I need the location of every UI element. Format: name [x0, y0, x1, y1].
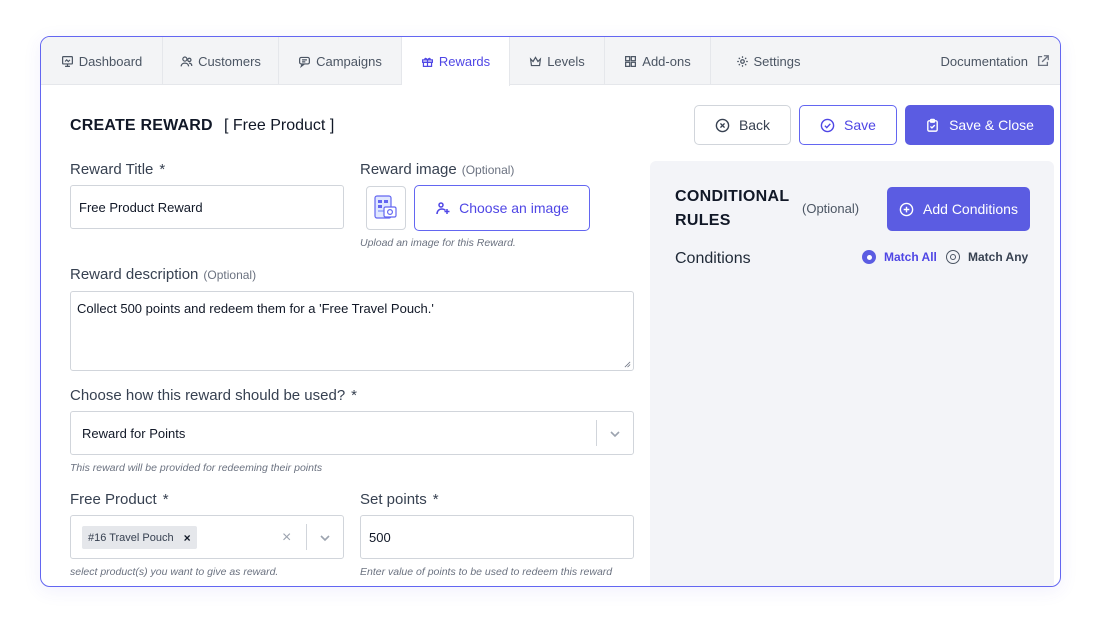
- image-placeholder: [366, 186, 406, 230]
- save-label: Save: [844, 117, 876, 133]
- tab-label: Rewards: [438, 54, 491, 69]
- documentation-label: Documentation: [940, 53, 1028, 69]
- close-circle-icon: [715, 118, 730, 132]
- remove-chip-icon[interactable]: ×: [184, 531, 191, 545]
- reward-image-label-text: Reward image: [360, 161, 457, 178]
- tab-settings[interactable]: Settings: [711, 37, 825, 85]
- add-conditions-label: Add Conditions: [923, 201, 1018, 217]
- reward-title-label-text: Reward Title: [70, 161, 154, 178]
- set-points-label-text: Set points: [360, 491, 427, 508]
- required-mark: *: [162, 491, 169, 508]
- match-all-radio[interactable]: Match All: [862, 250, 937, 264]
- points-hint: Enter value of points to be used to rede…: [360, 566, 613, 578]
- tab-rewards[interactable]: Rewards: [402, 37, 510, 86]
- tab-add-ons[interactable]: Add-ons: [605, 37, 711, 85]
- required-mark: *: [351, 387, 358, 404]
- tab-label: Campaigns: [316, 53, 382, 69]
- match-any-radio[interactable]: Match Any: [946, 250, 1028, 264]
- usage-label: Choose how this reward should be used? *: [70, 387, 357, 404]
- tab-campaigns[interactable]: Campaigns: [279, 37, 402, 85]
- back-button[interactable]: Back: [694, 105, 791, 145]
- radio-unselected-icon: [946, 250, 960, 264]
- back-label: Back: [738, 117, 771, 133]
- free-product-label: Free Product *: [70, 491, 169, 508]
- reward-title-label: Reward Title *: [70, 161, 165, 178]
- reward-description-textarea[interactable]: Collect 500 points and redeem them for a…: [70, 291, 634, 371]
- conditional-rules-title: CONDITIONAL RULES: [675, 188, 790, 229]
- tab-customers[interactable]: Customers: [163, 37, 279, 85]
- select-divider: [596, 420, 597, 446]
- product-chip: #16 Travel Pouch ×: [82, 526, 197, 549]
- optional-tag: (Optional): [203, 268, 257, 282]
- product-chip-label: #16 Travel Pouch: [88, 531, 174, 544]
- reward-type-subtitle: [ Free Product ]: [224, 117, 335, 134]
- free-product-select[interactable]: #16 Travel Pouch × ×: [70, 515, 344, 559]
- clear-selection-icon[interactable]: ×: [282, 529, 291, 547]
- tab-label: Dashboard: [78, 53, 143, 69]
- resize-handle-icon[interactable]: [624, 361, 631, 368]
- choose-image-button[interactable]: Choose an image: [414, 185, 590, 231]
- dashboard-icon: [61, 55, 73, 67]
- description-text: Collect 500 points and redeem them for a…: [77, 301, 434, 316]
- external-link-icon: [1037, 55, 1049, 67]
- select-divider: [306, 524, 307, 550]
- product-hint: select product(s) you want to give as re…: [70, 566, 279, 578]
- campaigns-icon: [299, 56, 311, 68]
- grid-icon: [625, 55, 637, 67]
- save-button[interactable]: Save: [799, 105, 897, 145]
- check-circle-icon: [820, 118, 835, 132]
- optional-tag: (Optional): [461, 163, 515, 177]
- tab-label: Settings: [753, 53, 801, 69]
- app-frame: Dashboard Customers Campaigns Rewards Le…: [40, 36, 1061, 587]
- reward-description-label-text: Reward description: [70, 266, 199, 283]
- image-placeholder-icon: [374, 195, 397, 219]
- free-product-label-text: Free Product: [70, 491, 157, 508]
- chevron-down-icon[interactable]: [319, 532, 331, 544]
- gear-icon: [736, 55, 748, 67]
- usage-label-text: Choose how this reward should be used?: [70, 387, 346, 404]
- documentation-link[interactable]: Documentation: [941, 37, 1050, 85]
- reward-description-label: Reward description (Optional): [70, 266, 256, 283]
- customers-icon: [180, 55, 193, 66]
- tab-label: Add-ons: [642, 53, 691, 69]
- match-any-label: Match Any: [968, 250, 1029, 264]
- match-all-label: Match All: [884, 250, 937, 264]
- save-close-button[interactable]: Save & Close: [905, 105, 1054, 145]
- tab-dashboard[interactable]: Dashboard: [41, 37, 163, 85]
- image-hint: Upload an image for this Reward.: [360, 237, 516, 249]
- chevron-down-icon[interactable]: [609, 428, 621, 440]
- radio-selected-icon: [862, 250, 876, 264]
- tab-label: Levels: [547, 53, 585, 69]
- page-title: CREATE REWARD: [70, 117, 213, 134]
- add-conditions-button[interactable]: Add Conditions: [887, 187, 1030, 231]
- reward-title-input[interactable]: Free Product Reward: [70, 185, 344, 229]
- usage-selected-value: Reward for Points: [82, 426, 186, 441]
- required-mark: *: [432, 491, 439, 508]
- reward-image-label: Reward image (Optional): [360, 161, 514, 178]
- gift-icon: [421, 57, 433, 67]
- conditional-rules-panel: CONDITIONAL RULES (Optional) Add Conditi…: [650, 161, 1054, 586]
- choose-image-label: Choose an image: [459, 200, 569, 216]
- tab-levels[interactable]: Levels: [510, 37, 605, 85]
- required-mark: *: [159, 161, 166, 178]
- conditions-label: Conditions: [675, 250, 751, 267]
- save-close-label: Save & Close: [949, 117, 1034, 133]
- set-points-input[interactable]: 500: [360, 515, 634, 559]
- clipboard-check-icon: [927, 118, 938, 132]
- tab-label: Customers: [198, 53, 261, 69]
- crown-icon: [530, 55, 542, 66]
- plus-circle-icon: [899, 202, 914, 216]
- image-upload-icon: [436, 202, 450, 215]
- set-points-label: Set points *: [360, 491, 439, 508]
- usage-select[interactable]: Reward for Points: [70, 411, 634, 455]
- usage-hint: This reward will be provided for redeemi…: [70, 462, 323, 474]
- top-nav: Dashboard Customers Campaigns Rewards Le…: [41, 37, 1060, 86]
- conditional-rules-optional: (Optional): [802, 201, 860, 216]
